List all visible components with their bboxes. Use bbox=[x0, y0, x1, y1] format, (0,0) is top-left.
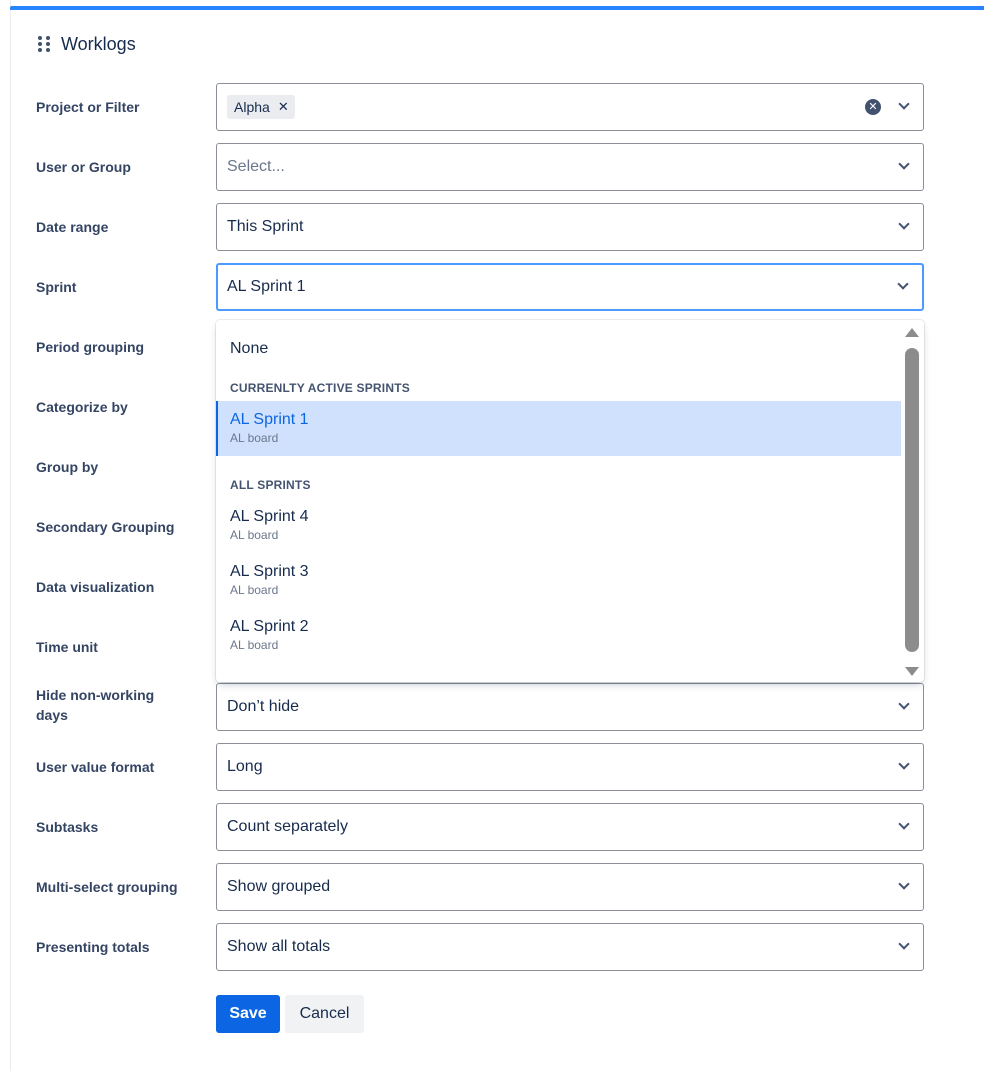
label-secondary-grouping: Secondary Grouping bbox=[36, 519, 175, 535]
option-sprint-2[interactable]: AL Sprint 2 AL board bbox=[216, 618, 901, 652]
chevron-down-icon[interactable] bbox=[899, 880, 909, 890]
option-label: AL Sprint 4 bbox=[230, 508, 309, 525]
label-user-or-group: User or Group bbox=[36, 159, 131, 175]
page-title: Worklogs bbox=[61, 34, 136, 54]
project-tag: Alpha ✕ bbox=[227, 95, 295, 119]
subtasks-select[interactable]: Count separately bbox=[216, 803, 924, 851]
presenting-totals-select[interactable]: Show all totals bbox=[216, 923, 924, 971]
scroll-up-arrow-icon[interactable] bbox=[905, 328, 919, 337]
scroll-down-arrow-icon[interactable] bbox=[905, 667, 919, 676]
chevron-down-icon[interactable] bbox=[898, 280, 908, 290]
user-group-select[interactable]: Select... bbox=[216, 143, 924, 191]
label-sprint: Sprint bbox=[36, 279, 77, 295]
option-label: AL Sprint 3 bbox=[230, 563, 309, 580]
chevron-down-icon[interactable] bbox=[899, 100, 909, 110]
project-filter-select[interactable]: Alpha ✕ ✕ bbox=[216, 83, 924, 131]
label-time-unit: Time unit bbox=[36, 639, 98, 655]
label-group-by: Group by bbox=[36, 459, 99, 475]
option-board: AL board bbox=[230, 528, 279, 542]
project-tag-label: Alpha bbox=[234, 99, 270, 115]
chevron-down-icon[interactable] bbox=[899, 700, 909, 710]
hide-non-working-select[interactable]: Don’t hide bbox=[216, 683, 924, 731]
label-categorize-by: Categorize by bbox=[36, 399, 128, 415]
sprint-select[interactable]: AL Sprint 1 bbox=[216, 263, 924, 311]
label-user-value-format: User value format bbox=[36, 759, 155, 775]
option-board: AL board bbox=[230, 431, 279, 445]
label-date-range: Date range bbox=[36, 219, 109, 235]
chevron-down-icon[interactable] bbox=[899, 940, 909, 950]
label-hide-non-working-days: Hide non-working days bbox=[36, 687, 155, 723]
panel-accent-bar bbox=[10, 6, 984, 10]
cancel-button[interactable]: Cancel bbox=[285, 995, 364, 1033]
chevron-down-icon[interactable] bbox=[899, 160, 909, 170]
chevron-down-icon[interactable] bbox=[899, 760, 909, 770]
date-range-value: This Sprint bbox=[227, 218, 304, 235]
user-group-placeholder: Select... bbox=[227, 158, 285, 175]
label-period-grouping: Period grouping bbox=[36, 339, 145, 355]
panel-header: Worklogs bbox=[38, 34, 136, 55]
option-label: None bbox=[230, 340, 269, 357]
option-sprint-4[interactable]: AL Sprint 4 AL board bbox=[216, 508, 901, 542]
drag-handle-icon[interactable] bbox=[38, 35, 50, 54]
option-sprint-active-1[interactable]: AL Sprint 1 AL board bbox=[216, 401, 901, 456]
option-none[interactable]: None bbox=[216, 340, 901, 358]
group-header-all: ALL SPRINTS bbox=[230, 478, 311, 492]
remove-tag-icon[interactable]: ✕ bbox=[278, 99, 289, 115]
scrollbar-thumb[interactable] bbox=[905, 348, 919, 652]
label-project-or-filter: Project or Filter bbox=[36, 99, 140, 115]
user-value-format-value: Long bbox=[227, 758, 263, 775]
label-multi-select-grouping: Multi-select grouping bbox=[36, 879, 178, 895]
option-sprint-3[interactable]: AL Sprint 3 AL board bbox=[216, 563, 901, 597]
date-range-select[interactable]: This Sprint bbox=[216, 203, 924, 251]
chevron-down-icon[interactable] bbox=[899, 220, 909, 230]
label-subtasks: Subtasks bbox=[36, 819, 99, 835]
user-value-format-select[interactable]: Long bbox=[216, 743, 924, 791]
option-board: AL board bbox=[230, 583, 279, 597]
sprint-dropdown-menu: None CURRENLTY ACTIVE SPRINTS AL Sprint … bbox=[216, 320, 924, 682]
label-presenting-totals: Presenting totals bbox=[36, 939, 150, 955]
label-data-visualization: Data visualization bbox=[36, 579, 155, 595]
presenting-totals-value: Show all totals bbox=[227, 938, 331, 955]
save-button[interactable]: Save bbox=[216, 995, 280, 1033]
sprint-value: AL Sprint 1 bbox=[227, 278, 306, 295]
multi-select-grouping-select[interactable]: Show grouped bbox=[216, 863, 924, 911]
clear-icon[interactable]: ✕ bbox=[865, 99, 881, 115]
chevron-down-icon[interactable] bbox=[899, 820, 909, 830]
group-header-active: CURRENLTY ACTIVE SPRINTS bbox=[230, 381, 410, 395]
hide-non-working-value: Don’t hide bbox=[227, 698, 300, 715]
option-label: AL Sprint 1 bbox=[230, 411, 309, 428]
option-label: AL Sprint 2 bbox=[230, 618, 309, 635]
multi-select-grouping-value: Show grouped bbox=[227, 878, 331, 895]
option-board: AL board bbox=[230, 638, 279, 652]
subtasks-value: Count separately bbox=[227, 818, 348, 835]
